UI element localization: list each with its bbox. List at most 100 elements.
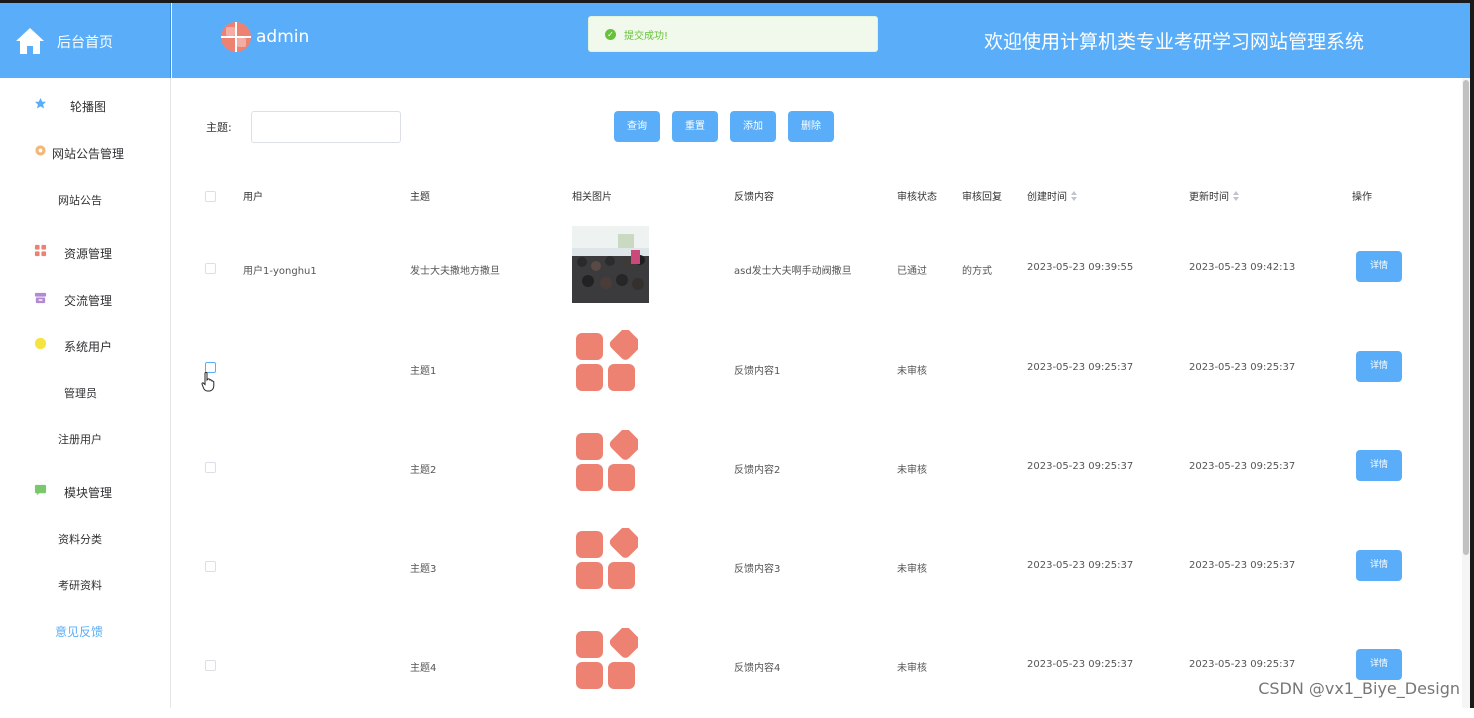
chat-icon [34,484,47,496]
col-header-created[interactable]: 创建时间 [1027,188,1077,203]
menu-item-resource-mgmt[interactable]: 资源管理 [0,236,170,266]
main-content: 主题: 查询 重置 添加 删除 用户 主题 相关图片 反馈内容 审核状态 审核回… [172,78,1462,708]
avatar[interactable] [221,22,251,52]
watermark: CSDN @vx1_Biye_Design [1258,679,1460,698]
row-checkbox[interactable] [205,660,216,671]
table-row: 主题3 反馈内容3 未审核 2023-05-23 09:25:37 2023-0… [172,518,1462,618]
sidebar-header[interactable]: 后台首页 [0,3,171,78]
menu-item-exam-material[interactable]: 考研资料 [0,568,170,598]
col-header-created-label: 创建时间 [1027,192,1067,203]
logo-image[interactable] [576,628,638,690]
cell-subject: 主题1 [410,366,437,377]
menu-label: 轮播图 [70,100,107,114]
sidebar: 轮播图 网站公告管理 网站公告 资源管理 交流管理 系统用户 管理员 注册用户 … [0,78,171,708]
detail-button[interactable]: 详情 [1356,649,1402,680]
cell-content: 反馈内容3 [734,564,781,575]
cell-updated: 2023-05-23 09:25:37 [1189,362,1296,373]
menu-item-system-users[interactable]: 系统用户 [0,329,170,359]
cell-content: 反馈内容2 [734,465,781,476]
cell-created: 2023-05-23 09:25:37 [1027,461,1134,472]
select-all-checkbox[interactable] [205,191,216,202]
check-circle-icon: ✓ [605,29,616,40]
menu-label-active: 意见反馈 [55,625,104,639]
cell-content: 反馈内容4 [734,663,781,674]
row-checkbox[interactable] [205,263,216,274]
table-row: 主题1 反馈内容1 未审核 2023-05-23 09:25:37 2023-0… [172,318,1462,418]
menu-item-notice[interactable]: 网站公告 [0,183,170,213]
subject-search-input[interactable] [251,111,401,143]
add-button[interactable]: 添加 [730,111,776,142]
logo-image[interactable] [576,330,638,392]
cell-subject: 主题3 [410,564,437,575]
cell-updated: 2023-05-23 09:25:37 [1189,461,1296,472]
menu-label: 网站公告管理 [52,147,125,161]
reset-button[interactable]: 重置 [672,111,718,142]
menu-item-module-mgmt[interactable]: 模块管理 [0,475,170,505]
menu-label: 交流管理 [64,294,113,308]
star-icon [34,97,47,109]
menu-item-carousel[interactable]: 轮播图 [0,89,170,119]
cell-updated: 2023-05-23 09:42:13 [1189,262,1296,273]
site-title: 欢迎使用计算机类专业考研学习网站管理系统 [983,31,1364,53]
table-row: 主题2 反馈内容2 未审核 2023-05-23 09:25:37 2023-0… [172,418,1462,518]
col-header-status: 审核状态 [897,192,937,203]
cell-status: 未审核 [897,564,927,575]
cell-content: 反馈内容1 [734,366,781,377]
cell-status: 未审核 [897,465,927,476]
cell-status: 未审核 [897,366,927,377]
cell-created: 2023-05-23 09:39:55 [1027,262,1134,273]
logo-image[interactable] [576,430,638,492]
col-header-subject: 主题 [410,192,430,203]
logo-image[interactable] [576,528,638,590]
row-checkbox[interactable] [205,561,216,572]
cell-created: 2023-05-23 09:25:37 [1027,560,1134,571]
cell-content: asd发士大夫啊手动阀撒旦 [734,266,852,277]
menu-label: 网站公告 [58,194,102,207]
cell-status: 未审核 [897,663,927,674]
menu-label: 注册用户 [58,433,102,446]
cell-subject: 主题4 [410,663,437,674]
search-label: 主题: [206,121,232,134]
vertical-scrollbar[interactable] [1462,78,1470,708]
cell-created: 2023-05-23 09:25:37 [1027,362,1134,373]
cell-subject: 主题2 [410,465,437,476]
menu-label: 模块管理 [64,486,113,500]
success-toast: ✓ 提交成功! [588,16,878,52]
sort-icon[interactable] [1071,191,1077,201]
menu-item-notice-mgmt[interactable]: 网站公告管理 [0,136,170,166]
home-label: 后台首页 [57,35,113,51]
menu-item-feedback[interactable]: 意见反馈 [0,614,170,644]
menu-label: 考研资料 [58,579,102,592]
detail-button[interactable]: 详情 [1356,251,1402,282]
cell-subject: 发士大夫撒地方撒旦 [410,266,500,277]
detail-button[interactable]: 详情 [1356,550,1402,581]
cell-reply: 的方式 [962,266,992,277]
col-header-user: 用户 [243,192,263,203]
menu-item-registered-users[interactable]: 注册用户 [0,422,170,452]
cell-updated: 2023-05-23 09:25:37 [1189,659,1296,670]
col-header-updated[interactable]: 更新时间 [1189,188,1239,203]
grid-icon [34,244,47,257]
cell-updated: 2023-05-23 09:25:37 [1189,560,1296,571]
window-right-border [1470,0,1474,708]
menu-item-exchange-mgmt[interactable]: 交流管理 [0,283,170,313]
menu-item-admin[interactable]: 管理员 [0,376,170,406]
username[interactable]: admin [256,27,309,47]
col-header-action: 操作 [1352,192,1372,203]
query-button[interactable]: 查询 [614,111,660,142]
row-checkbox[interactable] [205,462,216,473]
toast-message: 提交成功! [624,31,669,42]
sort-icon[interactable] [1233,191,1239,201]
scrollbar-thumb[interactable] [1463,80,1469,555]
table-row: 主题4 反馈内容4 未审核 2023-05-23 09:25:37 2023-0… [172,618,1462,718]
hand-cursor-icon [201,372,215,392]
detail-button[interactable]: 详情 [1356,450,1402,481]
col-header-updated-label: 更新时间 [1189,192,1229,203]
col-header-reply: 审核回复 [962,192,1002,203]
detail-button[interactable]: 详情 [1356,351,1402,382]
menu-label: 管理员 [64,387,97,400]
menu-label: 系统用户 [64,340,113,354]
photo-thumbnail[interactable] [572,226,649,303]
menu-item-material-category[interactable]: 资料分类 [0,522,170,552]
delete-button[interactable]: 删除 [788,111,834,142]
